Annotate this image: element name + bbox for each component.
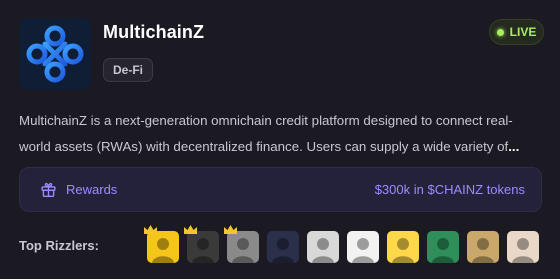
crown-icon (143, 222, 158, 234)
rewards-bar[interactable]: Rewards $300k in $CHAINZ tokens (19, 167, 542, 212)
avatar-7[interactable] (387, 231, 419, 263)
rewards-left: Rewards (40, 181, 117, 198)
avatar-3[interactable] (227, 231, 259, 263)
project-card[interactable]: MultichainZ De-Fi LIVE MultichainZ is a … (0, 0, 560, 279)
project-title: MultichainZ (103, 22, 205, 42)
description-ellipsis: ... (508, 139, 520, 154)
live-dot-icon (496, 28, 504, 36)
description-text: MultichainZ is a next-generation omnicha… (19, 113, 513, 154)
chain-knot-icon (19, 18, 91, 90)
gift-icon (41, 182, 56, 197)
avatar-10[interactable] (507, 231, 539, 263)
category-badge: De-Fi (103, 58, 153, 82)
crown-icon (223, 222, 238, 234)
avatar-5[interactable] (307, 231, 339, 263)
crown-icon (183, 222, 198, 234)
avatar-4[interactable] (267, 231, 299, 263)
avatar-9[interactable] (467, 231, 499, 263)
top-rizzlers-label: Top Rizzlers: (19, 238, 99, 253)
avatar-2[interactable] (187, 231, 219, 263)
avatar-1[interactable] (147, 231, 179, 263)
rewards-value: $300k in $CHAINZ tokens (374, 182, 525, 197)
status-badge: LIVE (489, 19, 544, 45)
status-label: LIVE (509, 25, 537, 39)
rewards-label: Rewards (66, 182, 118, 197)
project-description: MultichainZ is a next-generation omnicha… (19, 108, 541, 160)
avatar-8[interactable] (427, 231, 459, 263)
avatar-6[interactable] (347, 231, 379, 263)
